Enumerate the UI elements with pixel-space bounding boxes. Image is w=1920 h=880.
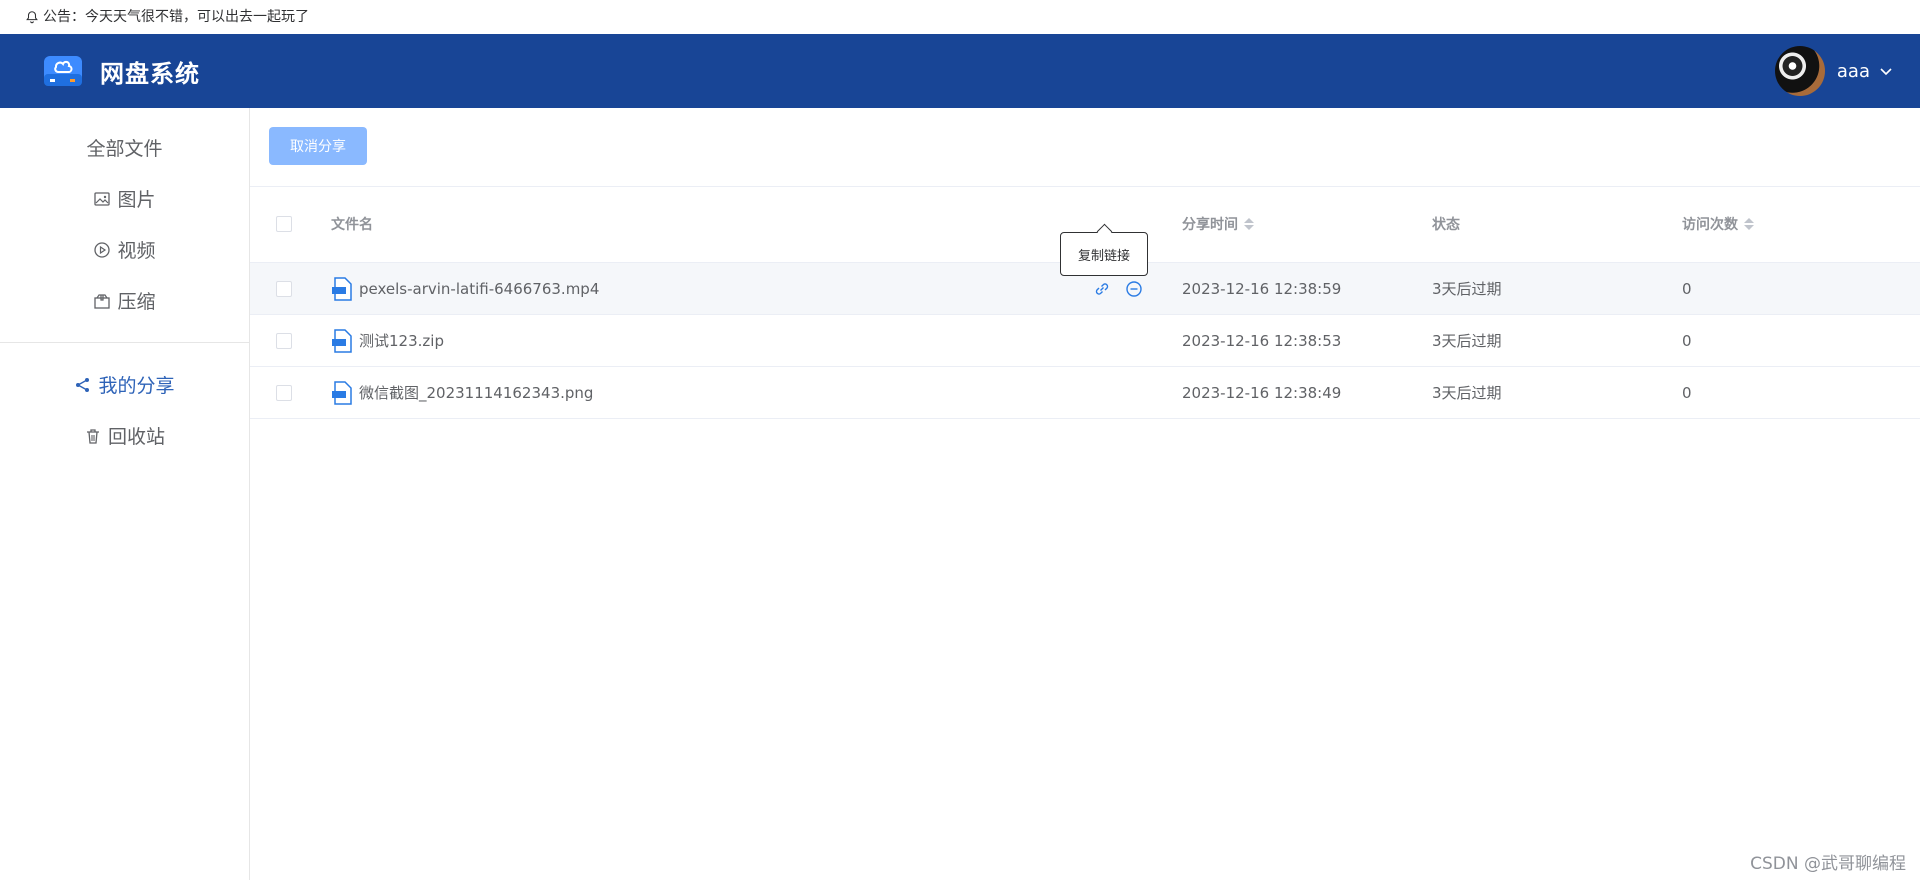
tooltip-text: 复制链接 <box>1077 248 1130 264</box>
cloud-drive-logo-icon <box>44 56 82 86</box>
sidebar-divider <box>0 342 249 343</box>
column-header-visits[interactable]: 访问次数 <box>1682 186 1754 262</box>
share-time: 2023-12-16 12:38:59 <box>1182 279 1342 298</box>
share-status: 3天后过期 <box>1432 332 1502 350</box>
announcement-bar: 公告：今天天气很不错，可以出去一起玩了 <box>0 0 1920 34</box>
logo[interactable]: 网盘系统 <box>42 52 200 90</box>
toolbar: 取消分享 <box>250 108 1920 187</box>
share-time: 2023-12-16 12:38:53 <box>1182 331 1342 350</box>
link-icon[interactable] <box>1093 280 1111 298</box>
announcement-text: 公告：今天天气很不错，可以出去一起玩了 <box>43 9 309 25</box>
column-header-share-time[interactable]: 分享时间 <box>1182 186 1254 262</box>
sidebar-item-label: 我的分享 <box>98 375 175 397</box>
watermark: CSDN @武哥聊编程 <box>1750 854 1906 874</box>
box-icon <box>94 293 111 309</box>
sidebar-item-label: 视频 <box>117 240 156 262</box>
copy-link-tooltip: 复制链接 <box>1060 232 1148 276</box>
trash-icon <box>86 428 99 444</box>
visit-count: 0 <box>1682 331 1692 350</box>
share-status: 3天后过期 <box>1432 384 1502 402</box>
file-name[interactable]: pexels-arvin-latifi-6466763.mp4 <box>359 280 599 298</box>
visit-count: 0 <box>1682 383 1692 402</box>
sort-icon[interactable] <box>1744 218 1754 230</box>
username: aaa <box>1836 60 1870 82</box>
sidebar-item-label: 压缩 <box>117 291 156 313</box>
chevron-down-icon <box>1880 68 1892 76</box>
shares-table: 文件名 分享时间 状态 访问次数 pexels-arvin-latifi-646… <box>250 186 1920 419</box>
sidebar-item-my-shares[interactable]: 我的分享 <box>0 359 249 410</box>
sidebar-item-label: 回收站 <box>107 426 165 448</box>
main-content: 取消分享 文件名 分享时间 状态 访问次数 pexels-arvin-latif… <box>250 108 1920 880</box>
table-row[interactable]: 测试123.zip 2023-12-16 12:38:53 3天后过期 0 <box>250 315 1920 367</box>
sidebar-item-label: 全部文件 <box>86 138 163 160</box>
table-row[interactable]: 微信截图_20231114162343.png 2023-12-16 12:38… <box>250 367 1920 419</box>
sidebar: 全部文件 图片 视频 压缩 我的分享 回收站 <box>0 108 250 880</box>
visit-count: 0 <box>1682 279 1692 298</box>
share-icon <box>76 377 90 392</box>
file-name[interactable]: 测试123.zip <box>359 330 444 351</box>
file-icon <box>332 276 352 301</box>
bell-icon <box>26 11 38 24</box>
user-menu[interactable]: aaa <box>1774 46 1894 96</box>
column-header-status: 状态 <box>1432 217 1460 233</box>
app-title: 网盘系统 <box>100 59 200 88</box>
image-icon <box>94 191 111 206</box>
file-icon <box>332 328 352 353</box>
column-header-filename: 文件名 <box>331 217 373 233</box>
avatar[interactable] <box>1774 46 1825 96</box>
play-circle-icon <box>94 241 111 258</box>
share-status: 3天后过期 <box>1432 280 1502 298</box>
sidebar-item-videos[interactable]: 视频 <box>0 224 249 275</box>
select-all-checkbox[interactable] <box>276 216 292 232</box>
row-checkbox[interactable] <box>276 384 292 401</box>
sidebar-item-recycle-bin[interactable]: 回收站 <box>0 410 249 461</box>
cancel-share-button[interactable]: 取消分享 <box>269 127 367 165</box>
column-header-label: 访问次数 <box>1682 217 1738 233</box>
top-header: 网盘系统 aaa <box>0 34 1920 108</box>
minus-circle-icon[interactable] <box>1125 280 1143 298</box>
row-checkbox[interactable] <box>276 280 292 297</box>
share-time: 2023-12-16 12:38:49 <box>1182 383 1342 402</box>
file-icon <box>332 380 352 405</box>
column-header-label: 分享时间 <box>1182 217 1238 233</box>
file-name[interactable]: 微信截图_20231114162343.png <box>359 382 593 403</box>
row-checkbox[interactable] <box>276 332 292 349</box>
sidebar-item-archives[interactable]: 压缩 <box>0 275 249 326</box>
sidebar-item-images[interactable]: 图片 <box>0 173 249 224</box>
sort-icon[interactable] <box>1244 218 1254 230</box>
sidebar-item-label: 图片 <box>117 189 156 211</box>
sidebar-item-all-files[interactable]: 全部文件 <box>0 122 249 173</box>
